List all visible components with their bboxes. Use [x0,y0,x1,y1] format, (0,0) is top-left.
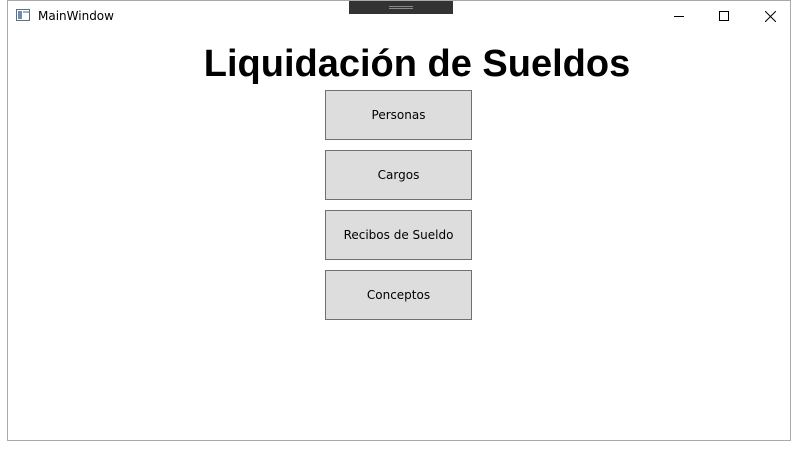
close-icon [764,10,776,22]
personas-button-label: Personas [371,108,426,122]
conceptos-button-label: Conceptos [366,288,431,302]
close-button[interactable] [747,1,790,31]
app-icon[interactable] [16,9,30,21]
title-bar[interactable]: MainWindow [8,1,790,32]
recibos-de-sueldo-button[interactable]: Recibos de Sueldo [325,210,472,260]
cargos-button[interactable]: Cargos [325,150,472,200]
minimize-icon [674,16,684,17]
conceptos-button[interactable]: Conceptos [325,270,472,320]
maximize-button[interactable] [701,1,747,31]
main-content: Liquidación de Sueldos Personas Cargos R… [8,32,790,440]
page-title: Liquidación de Sueldos [203,43,631,85]
minimize-button[interactable] [656,1,702,31]
window-title: MainWindow [38,9,114,23]
drag-handle[interactable] [349,1,453,14]
cargos-button-label: Cargos [377,168,420,182]
maximize-icon [719,11,729,21]
main-window: MainWindow Liquidación de Sueldos Person… [7,0,791,441]
recibos-de-sueldo-button-label: Recibos de Sueldo [343,228,454,242]
personas-button[interactable]: Personas [325,90,472,140]
